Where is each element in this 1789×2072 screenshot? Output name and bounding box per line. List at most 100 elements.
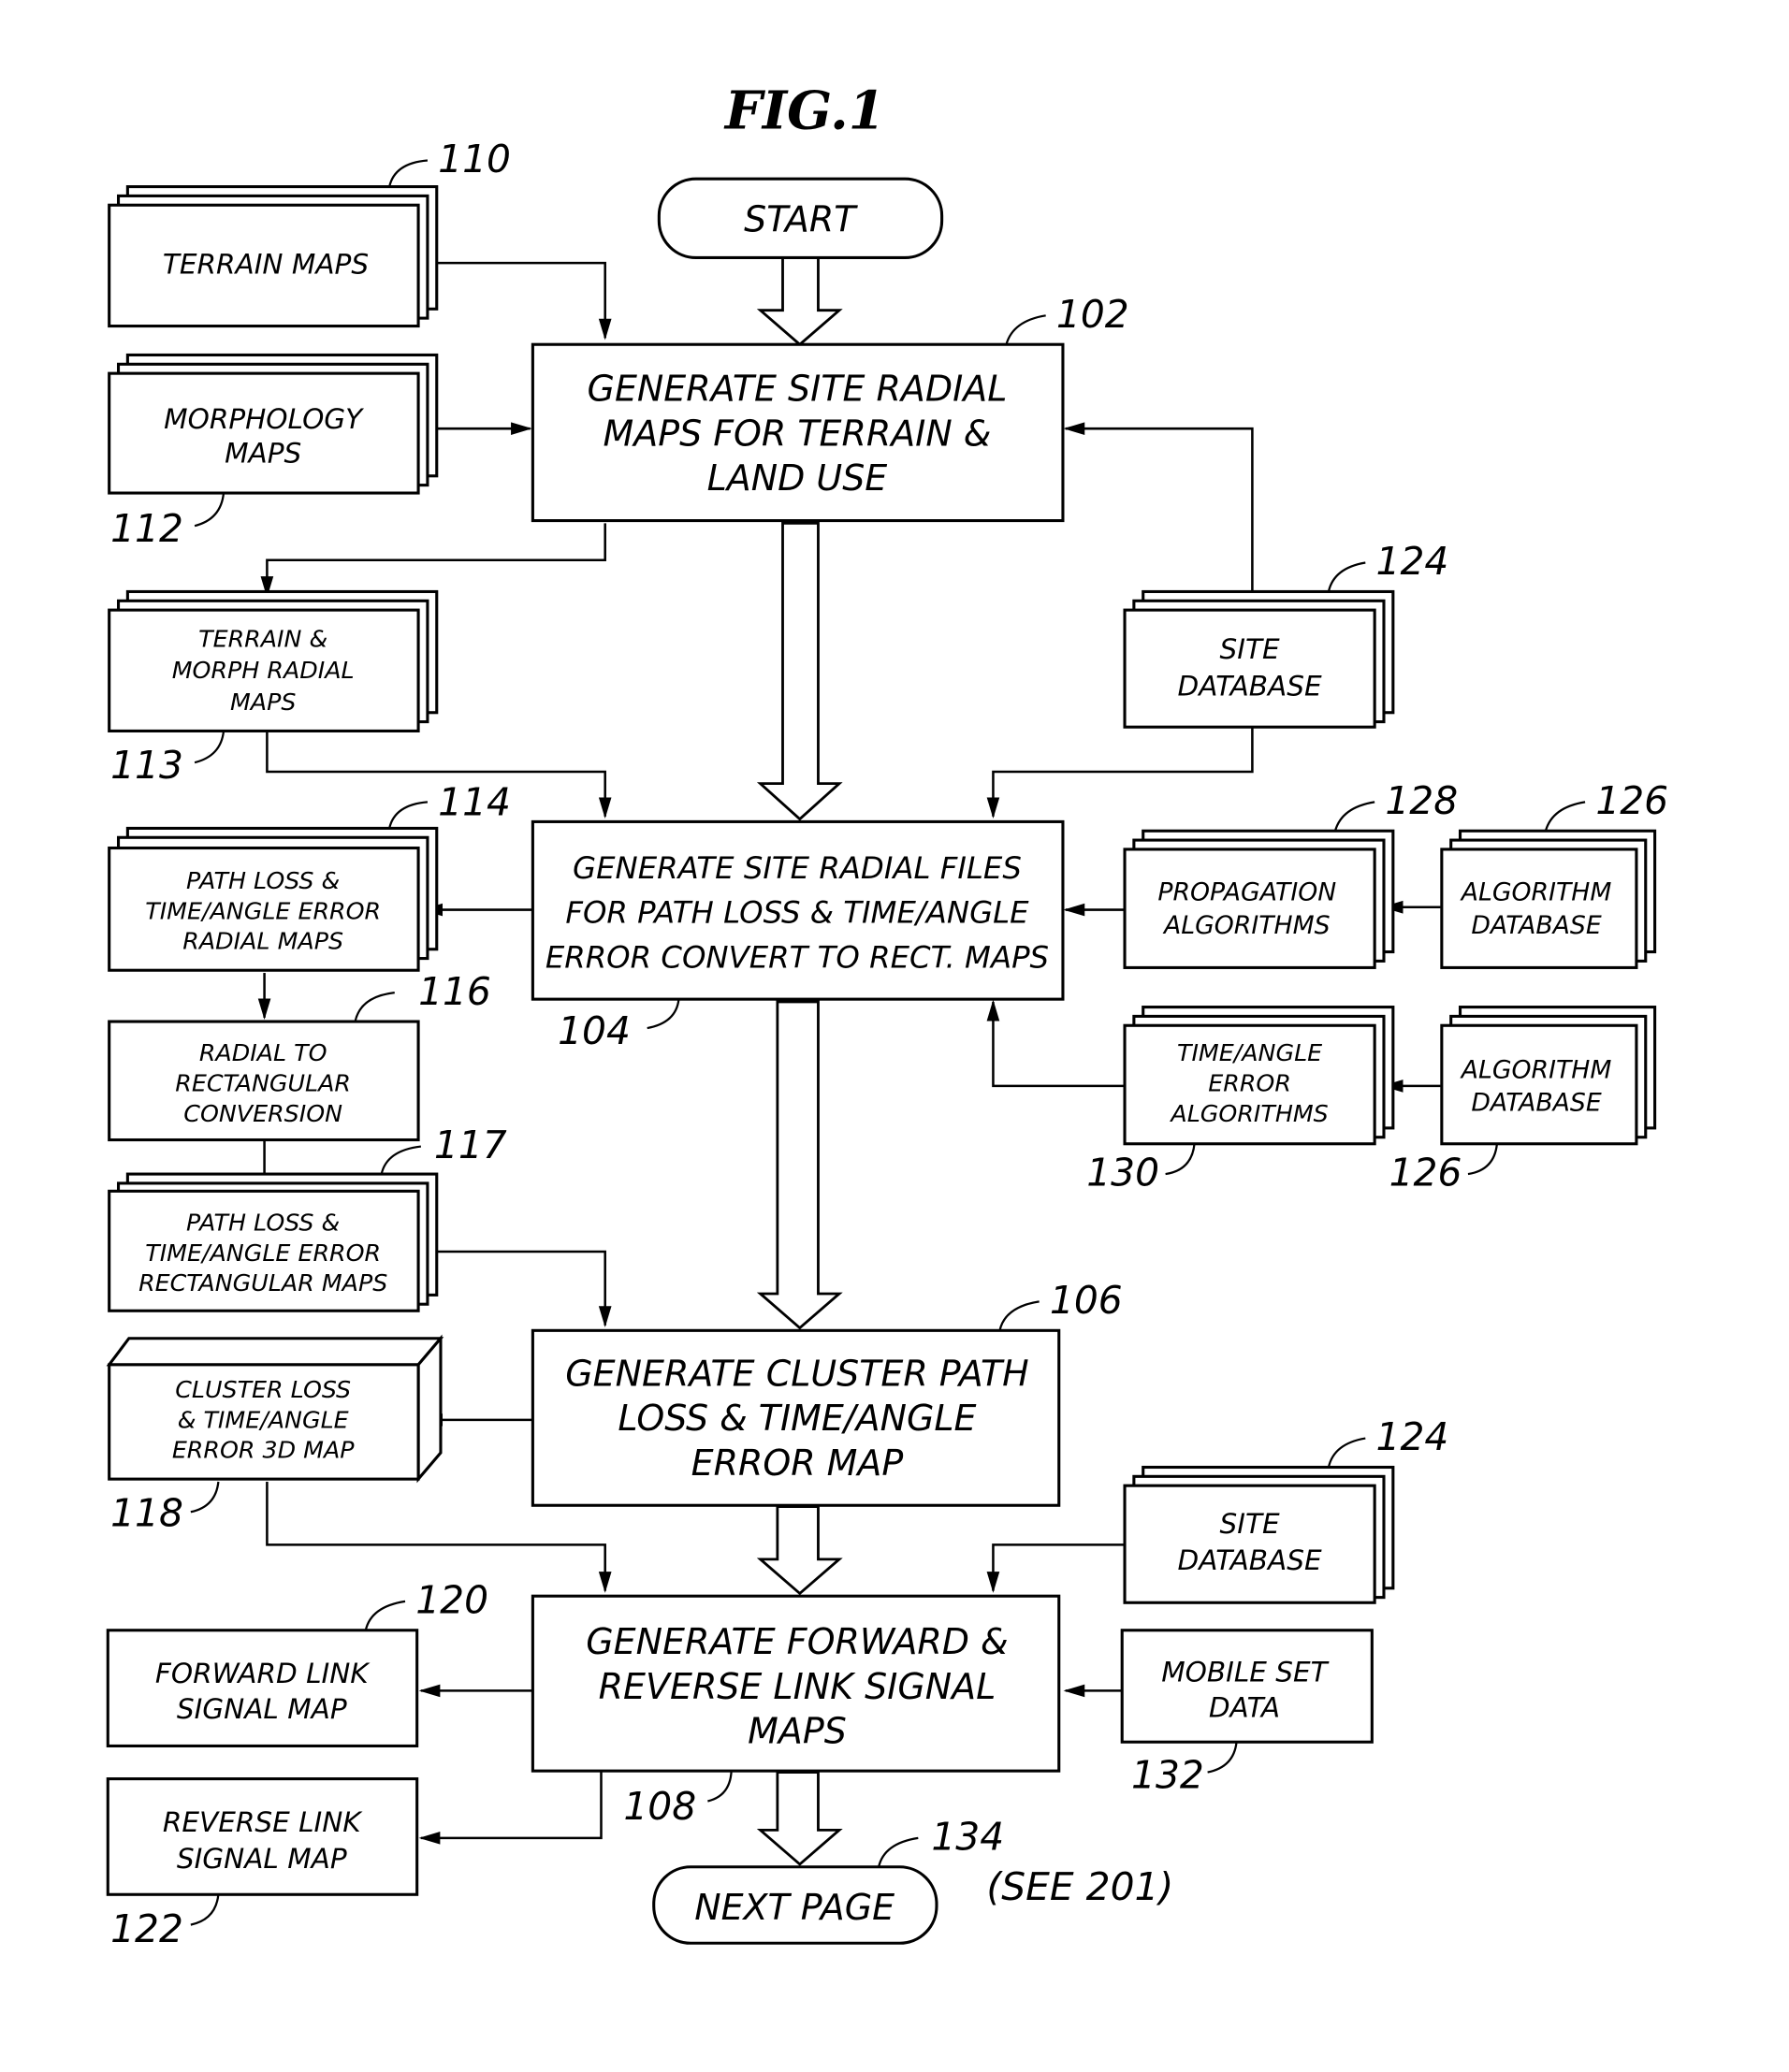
- plr-line1: PATH LOSS &: [186, 867, 340, 894]
- step-102-line3: LAND USE: [707, 457, 888, 499]
- ref-126-b: 126: [1389, 1151, 1462, 1195]
- next-page-label: NEXT PAGE: [694, 1887, 894, 1928]
- connector-113-104: [266, 732, 612, 819]
- ref-104: 104: [558, 1008, 631, 1053]
- cluster-3d-map-store: CLUSTER LOSS & TIME/ANGLE ERROR 3D MAP: [106, 1334, 444, 1484]
- adb2-line2: DATABASE: [1471, 1089, 1601, 1118]
- c3d-line1: CLUSTER LOSS: [175, 1376, 351, 1403]
- ref-110: 110: [438, 137, 511, 181]
- process-step-104: GENERATE SITE RADIAL FILES FOR PATH LOSS…: [531, 819, 1065, 1001]
- process-step-108: GENERATE FORWARD & REVERSE LINK SIGNAL M…: [531, 1594, 1061, 1773]
- flow-arrow-104-106: [756, 1000, 843, 1330]
- plrect-line1: PATH LOSS &: [186, 1210, 340, 1237]
- tmr-line1: TERRAIN &: [198, 625, 327, 652]
- step-108-line3: MAPS: [748, 1711, 847, 1752]
- step-108-line1: GENERATE FORWARD &: [586, 1621, 1008, 1662]
- propagation-algorithms-store: PROPAGATION ALGORITHMS: [1123, 829, 1395, 969]
- c3d-line3: ERROR 3D MAP: [172, 1437, 355, 1464]
- terrain-morph-radial-store: TERRAIN & MORPH RADIAL MAPS: [108, 589, 439, 732]
- see-201-note: (SEE 201): [986, 1864, 1173, 1909]
- rev-line2: SIGNAL MAP: [177, 1843, 347, 1875]
- mobile-line2: DATA: [1209, 1692, 1280, 1724]
- step-104-line1: GENERATE SITE RADIAL FILES: [573, 850, 1022, 886]
- time-angle-algorithms-store: TIME/ANGLE ERROR ALGORITHMS: [1123, 1006, 1395, 1146]
- adb2-line1: ALGORITHM: [1460, 1055, 1612, 1084]
- sdb1-line2: DATABASE: [1178, 670, 1322, 702]
- reverse-link-map: REVERSE LINK SIGNAL MAP: [106, 1777, 419, 1896]
- ref-114: 114: [438, 779, 511, 824]
- pathloss-radial-store: PATH LOSS & TIME/ANGLE ERROR RADIAL MAPS: [108, 826, 439, 972]
- flow-arrow-start-102: [756, 256, 843, 347]
- step-106-line2: LOSS & TIME/ANGLE: [618, 1398, 976, 1439]
- step-104-line2: FOR PATH LOSS & TIME/ANGLE: [565, 895, 1029, 931]
- plrect-line3: RECTANGULAR MAPS: [138, 1269, 387, 1297]
- plrect-line2: TIME/ANGLE ERROR: [145, 1239, 381, 1267]
- ref-126-a: 126: [1595, 778, 1668, 823]
- taa-line1: TIME/ANGLE: [1177, 1039, 1322, 1066]
- pathloss-rect-store: PATH LOSS & TIME/ANGLE ERROR RECTANGULAR…: [108, 1172, 439, 1312]
- connector-124b-108: [986, 1543, 1127, 1593]
- connector-124-102: [1063, 422, 1254, 608]
- plr-line3: RADIAL MAPS: [182, 928, 343, 955]
- connector-117-106: [423, 1250, 612, 1327]
- ref-106: 106: [1050, 1278, 1123, 1323]
- ref-122: 122: [110, 1906, 183, 1951]
- fwd-line1: FORWARD LINK: [155, 1658, 371, 1689]
- r2r-line1: RADIAL TO: [199, 1039, 327, 1066]
- terrain-maps-label: TERRAIN MAPS: [163, 248, 369, 280]
- site-database-2: SITE DATABASE: [1123, 1465, 1395, 1604]
- next-page-terminal[interactable]: NEXT PAGE: [652, 1865, 938, 1945]
- terrain-maps-store: TERRAIN MAPS: [108, 185, 439, 328]
- radial-to-rect-process: RADIAL TO RECTANGULAR CONVERSION: [108, 1020, 420, 1142]
- step-104-line3: ERROR CONVERT TO RECT. MAPS: [545, 939, 1049, 975]
- step-106-line3: ERROR MAP: [691, 1442, 904, 1484]
- process-step-106: GENERATE CLUSTER PATH LOSS & TIME/ANGLE …: [531, 1328, 1061, 1507]
- sdb2-line2: DATABASE: [1178, 1544, 1322, 1576]
- taa-line2: ERROR: [1208, 1070, 1291, 1097]
- ref-132: 132: [1131, 1752, 1204, 1797]
- step-106-line1: GENERATE CLUSTER PATH: [565, 1353, 1028, 1394]
- ref-120: 120: [415, 1578, 488, 1623]
- morphology-line1: MORPHOLOGY: [164, 403, 364, 435]
- morphology-line2: MAPS: [225, 438, 301, 470]
- ref-124-b: 124: [1376, 1414, 1449, 1459]
- flow-arrow-106-108: [756, 1505, 843, 1596]
- ref-128: 128: [1385, 778, 1458, 823]
- flowchart-figure: FIG.1 START NEXT PAGE (SEE 201) GENERATE…: [106, 80, 1668, 1951]
- ref-124-a: 124: [1376, 539, 1449, 584]
- taa-line3: ALGORITHMS: [1169, 1100, 1328, 1127]
- connector-108-122: [418, 1771, 603, 1845]
- ref-118: 118: [110, 1491, 183, 1536]
- ref-130: 130: [1086, 1151, 1159, 1195]
- algorithm-database-1: ALGORITHM DATABASE: [1440, 829, 1657, 969]
- r2r-line2: RECTANGULAR: [175, 1070, 351, 1097]
- tmr-line3: MAPS: [230, 688, 296, 716]
- algorithm-database-2: ALGORITHM DATABASE: [1440, 1006, 1657, 1146]
- ref-113: 113: [110, 743, 183, 788]
- ref-108: 108: [623, 1784, 696, 1829]
- step-102-line2: MAPS FOR TERRAIN &: [604, 413, 992, 454]
- ref-134: 134: [931, 1814, 1004, 1859]
- connector-124-104: [986, 725, 1254, 819]
- prop-line2: ALGORITHMS: [1162, 911, 1331, 940]
- start-label: START: [744, 198, 858, 239]
- sdb1-line1: SITE: [1220, 633, 1280, 665]
- sdb2-line1: SITE: [1220, 1508, 1280, 1540]
- figure-title: FIG.1: [723, 80, 885, 142]
- c3d-line2: & TIME/ANGLE: [178, 1406, 349, 1433]
- ref-102: 102: [1056, 292, 1129, 337]
- prop-line1: PROPAGATION: [1157, 878, 1336, 907]
- start-terminal: START: [657, 177, 944, 260]
- rev-line1: REVERSE LINK: [163, 1806, 363, 1838]
- forward-link-map: FORWARD LINK SIGNAL MAP: [106, 1629, 419, 1747]
- step-108-line2: REVERSE LINK SIGNAL: [599, 1666, 996, 1707]
- flow-arrow-102-104: [756, 521, 843, 821]
- plr-line2: TIME/ANGLE ERROR: [145, 897, 381, 924]
- ref-117: 117: [434, 1123, 507, 1167]
- tmr-line2: MORPH RADIAL: [172, 657, 355, 684]
- step-102-line1: GENERATE SITE RADIAL: [588, 369, 1008, 410]
- ref-116: 116: [418, 969, 491, 1014]
- site-database-1: SITE DATABASE: [1123, 589, 1395, 729]
- fwd-line2: SIGNAL MAP: [177, 1693, 347, 1725]
- process-step-102: GENERATE SITE RADIAL MAPS FOR TERRAIN & …: [531, 342, 1065, 523]
